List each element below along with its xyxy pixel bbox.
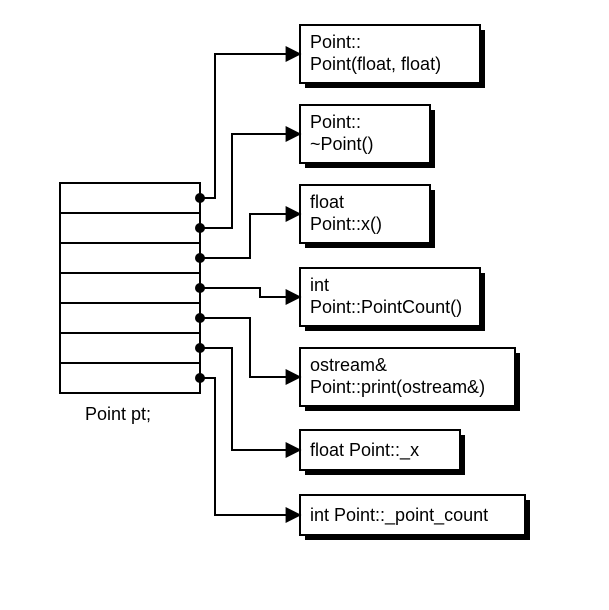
box-point-count-data: int Point::_point_count (300, 495, 530, 540)
svg-text:float: float (310, 192, 344, 212)
box-point-ctor: Point:: Point(float, float) (300, 25, 485, 88)
svg-text:Point::: Point:: (310, 112, 361, 132)
box-point-print: ostream& Point::print(ostream&) (300, 348, 520, 411)
arrow-slot-6 (200, 378, 300, 515)
object-caption: Point pt; (85, 404, 151, 424)
box-point-dtor: Point:: ~Point() (300, 105, 435, 168)
svg-text:int: int (310, 275, 329, 295)
svg-text:Point::x(): Point::x() (310, 214, 382, 234)
class-layout-diagram: Point pt; Point:: Point(float, float) Po… (0, 0, 609, 610)
svg-text:Point::: Point:: (310, 32, 361, 52)
box-point-x-data: float Point::_x (300, 430, 465, 475)
arrow-slot-2 (200, 214, 300, 258)
svg-text:int Point::_point_count: int Point::_point_count (310, 505, 488, 526)
box-point-count: int Point::PointCount() (300, 268, 485, 331)
svg-text:ostream&: ostream& (310, 355, 387, 375)
svg-text:Point(float, float): Point(float, float) (310, 54, 441, 74)
arrow-slot-0 (200, 54, 300, 198)
svg-text:Point::PointCount(): Point::PointCount() (310, 297, 462, 317)
svg-text:Point::print(ostream&): Point::print(ostream&) (310, 377, 485, 397)
svg-text:~Point(): ~Point() (310, 134, 374, 154)
box-point-x: float Point::x() (300, 185, 435, 248)
arrow-slot-3 (200, 288, 300, 297)
object-table (60, 183, 205, 393)
svg-text:float Point::_x: float Point::_x (310, 440, 419, 461)
